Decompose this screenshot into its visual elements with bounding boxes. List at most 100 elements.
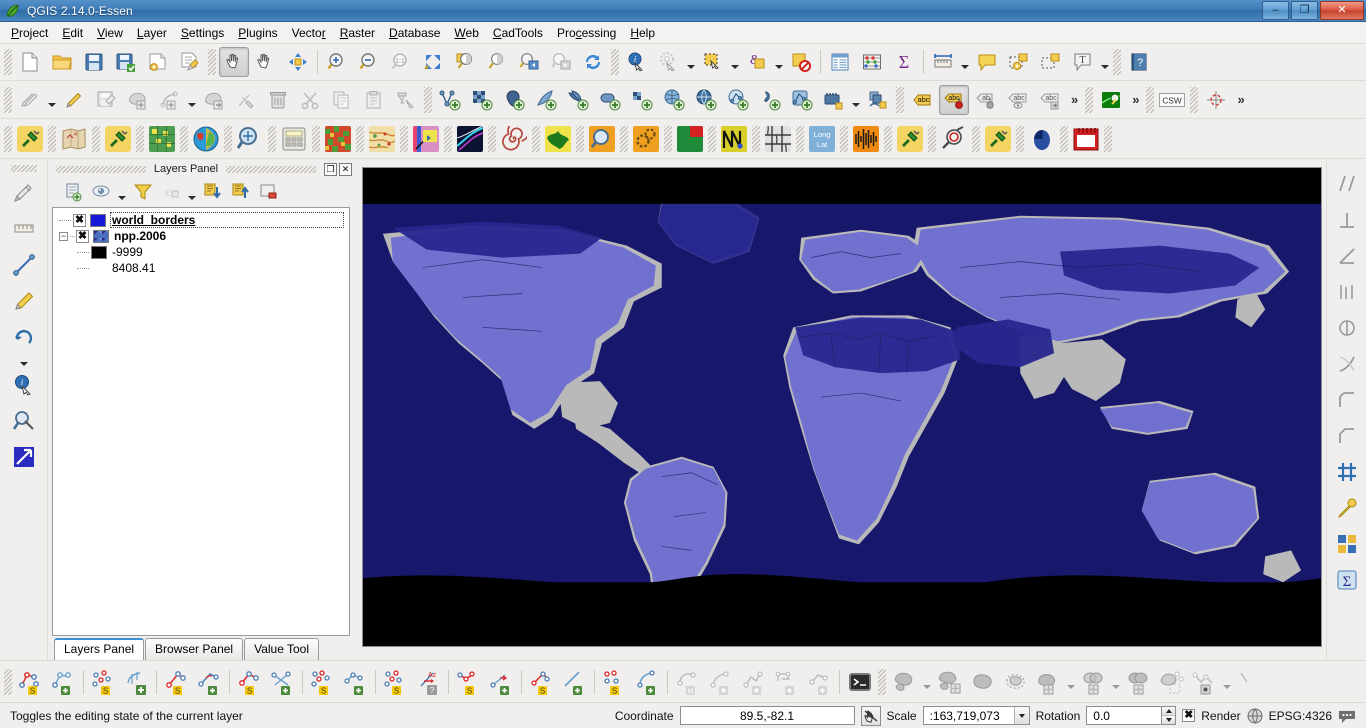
zoom-in-icon[interactable] — [322, 47, 352, 77]
toolbar-grip-12[interactable] — [48, 125, 56, 152]
search-magnifier-orange-icon[interactable] — [587, 124, 617, 154]
coordinate-input[interactable]: 89.5,-82.1 — [679, 706, 855, 725]
curve-add-icon[interactable] — [120, 665, 153, 699]
toolbar-grip[interactable] — [4, 49, 12, 75]
menu-project[interactable]: PProjectroject — [4, 23, 55, 43]
globe-raster-icon[interactable] — [191, 124, 221, 154]
cut-features-icon[interactable] — [295, 85, 325, 115]
toolbar-grip-27[interactable] — [708, 125, 716, 152]
analysis-icon[interactable] — [1188, 665, 1221, 699]
geoproc-intersect-icon[interactable] — [1077, 665, 1110, 699]
graph-select-s-icon[interactable]: S — [14, 665, 47, 699]
zoom-native-icon[interactable]: 1:1 — [386, 47, 416, 77]
toolbar-grip-19[interactable] — [356, 125, 364, 152]
save-layer-edits-icon[interactable] — [91, 85, 121, 115]
measure-line-icon[interactable] — [928, 47, 958, 77]
manage-visibility-icon[interactable] — [88, 179, 114, 205]
plugin-green-plug-3-icon[interactable] — [895, 124, 925, 154]
menu-help[interactable]: Help — [623, 23, 662, 43]
edge-select-s-icon[interactable]: S — [452, 665, 485, 699]
geoproc-buffer-icon[interactable] — [933, 665, 966, 699]
cad-arrow-icon[interactable] — [7, 440, 41, 474]
toolbar-grip-10[interactable] — [1190, 86, 1199, 113]
zoom-last-icon[interactable] — [514, 47, 544, 77]
node-tool-icon[interactable] — [231, 85, 261, 115]
measure-tool-icon[interactable] — [7, 212, 41, 246]
cad-pen-icon[interactable] — [7, 284, 41, 318]
menu-settings[interactable]: Settings — [174, 23, 231, 43]
text-annotation-dropdown[interactable] — [1099, 47, 1111, 77]
left-toolbar-grip[interactable] — [10, 165, 37, 172]
toolbar-grip-28[interactable] — [752, 125, 760, 152]
menu-web[interactable]: Web — [447, 23, 485, 43]
diagonal-add-icon[interactable] — [558, 665, 591, 699]
landcover-raster-icon[interactable] — [323, 124, 353, 154]
sum-sigma-icon[interactable]: Σ — [1330, 563, 1364, 597]
spline-add-icon[interactable] — [631, 665, 664, 699]
geoproc-difference-dropdown[interactable] — [1065, 667, 1077, 697]
scatter-select-s-icon[interactable]: S — [306, 665, 339, 699]
new-project-icon[interactable] — [15, 47, 45, 77]
expression-filter-icon[interactable]: ε — [158, 179, 184, 205]
move-label-icon[interactable]: abc — [1003, 85, 1033, 115]
cad-inspect-icon[interactable] — [7, 404, 41, 438]
blue-mouse-icon[interactable] — [1027, 124, 1057, 154]
light-trails-icon[interactable] — [455, 124, 485, 154]
tree-select-s-icon[interactable]: S — [233, 665, 266, 699]
cad-info-icon[interactable]: i — [7, 368, 41, 402]
zoom-full-extent-icon[interactable] — [283, 47, 313, 77]
toolbar-grip-5[interactable] — [4, 86, 12, 113]
layer-name-world-borders[interactable]: world_borders — [110, 212, 344, 228]
green-grid-raster-icon[interactable] — [147, 124, 177, 154]
geometry-tools-icon[interactable] — [1155, 665, 1188, 699]
label-toolbar-overflow[interactable]: » — [1066, 92, 1083, 107]
toolbar-grip-18[interactable] — [312, 125, 320, 152]
cad-construct-icon[interactable] — [7, 248, 41, 282]
orange-waveform-icon[interactable] — [851, 124, 881, 154]
bottom-toolbar-grip[interactable] — [4, 668, 12, 695]
value-tool-icon[interactable] — [939, 124, 969, 154]
green-red-square-icon[interactable] — [675, 124, 705, 154]
add-raster-layer-icon[interactable] — [467, 85, 497, 115]
georef-toolbar-overflow[interactable]: » — [1232, 92, 1249, 107]
layer-expander-npp-2006[interactable]: − — [59, 231, 68, 241]
fillet-icon[interactable] — [1330, 383, 1364, 417]
plugin-green-plug-icon[interactable] — [15, 124, 45, 154]
toolbar-grip-36[interactable] — [1104, 125, 1112, 152]
select-by-expression-dropdown[interactable] — [773, 47, 785, 77]
label-icon[interactable]: abc — [907, 85, 937, 115]
node-select-s-icon[interactable]: S — [598, 665, 631, 699]
zoom-next-icon[interactable] — [546, 47, 576, 77]
points-select-s-icon[interactable]: S — [87, 665, 120, 699]
toolbar-grip-31[interactable] — [884, 125, 892, 152]
remove-layer-icon[interactable] — [256, 179, 282, 205]
layers-tree[interactable]: ✖ world_borders − ✖ npp.2006 -9999 8408.… — [52, 207, 350, 636]
geoprocessing-toolbar-grip[interactable] — [878, 668, 886, 695]
render-checkbox[interactable]: ✖ — [1182, 709, 1196, 722]
pan-map-icon[interactable] — [219, 47, 249, 77]
geoproc-dissolve-dropdown[interactable] — [921, 667, 933, 697]
deselect-features-icon[interactable] — [786, 47, 816, 77]
advanced-digitizing-icon[interactable] — [391, 85, 421, 115]
cross-add-icon[interactable] — [266, 665, 299, 699]
offset-icon[interactable] — [1330, 275, 1364, 309]
azimuth-help-icon[interactable]: Az? — [412, 665, 445, 699]
menu-edit[interactable]: Edit — [55, 23, 90, 43]
rotation-spinner[interactable] — [1162, 706, 1177, 725]
toolbar-grip-21[interactable] — [444, 125, 452, 152]
add-vector-layer-icon[interactable] — [435, 85, 465, 115]
add-db2-layer-icon[interactable] — [627, 85, 657, 115]
chain-add-icon[interactable] — [339, 665, 372, 699]
toolbar-grip-22[interactable] — [488, 125, 496, 152]
toolbar-grip-26[interactable] — [664, 125, 672, 152]
add-wcs-layer-icon[interactable] — [691, 85, 721, 115]
geoproc-convexhull-icon[interactable] — [966, 665, 999, 699]
toolbar-grip-13[interactable] — [92, 125, 100, 152]
plugin-green-plug-4-icon[interactable] — [983, 124, 1013, 154]
layer-name-npp-2006[interactable]: npp.2006 — [114, 229, 166, 243]
scale-combo[interactable]: :163,719,073 — [922, 706, 1030, 725]
zoom-out-icon[interactable] — [354, 47, 384, 77]
angle-add-icon[interactable] — [193, 665, 226, 699]
add-node-dropdown[interactable] — [186, 85, 198, 115]
crs-label[interactable]: EPSG:4326 — [1269, 709, 1332, 723]
